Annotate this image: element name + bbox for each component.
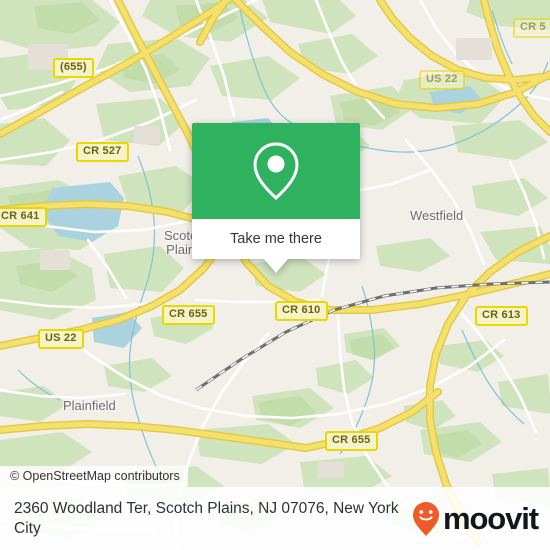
moovit-logo[interactable]: moovit [411, 501, 539, 537]
road-shield: CR 641 [0, 207, 47, 227]
moovit-smiley-pin-icon [412, 501, 439, 536]
take-me-there-button[interactable]: Take me there [192, 219, 360, 259]
address-text: 2360 Woodland Ter, Scotch Plains, NJ 070… [14, 499, 399, 537]
road-shield: US 22 [38, 329, 84, 349]
road-shield: US 22 [419, 70, 465, 90]
road-shield: CR 655 [325, 431, 378, 451]
moovit-wordmark: moovit [442, 501, 539, 536]
road-shield: CR 613 [475, 306, 528, 326]
road-shield: CR 527 [76, 142, 129, 162]
road-shield: CR 5 [513, 18, 550, 38]
road-shield: (655) [53, 58, 94, 78]
moovit-map-screen: (655) CR 527 CR 641 US 22 US 22 CR 5 CR … [0, 0, 550, 550]
map-pin-icon [253, 142, 299, 201]
road-shield: CR 610 [275, 301, 328, 321]
road-shield: CR 655 [162, 305, 215, 325]
popup-header [192, 123, 360, 219]
take-me-there-label: Take me there [230, 231, 322, 247]
footer-bar: 2360 Woodland Ter, Scotch Plains, NJ 070… [0, 487, 550, 550]
place-label-plainfield: Plainfield [63, 398, 116, 413]
osm-attribution[interactable]: © OpenStreetMap contributors [0, 466, 188, 487]
place-label-westfield: Westfield [410, 208, 464, 223]
popup-tail [264, 259, 288, 273]
destination-popup[interactable]: Take me there [192, 123, 360, 273]
